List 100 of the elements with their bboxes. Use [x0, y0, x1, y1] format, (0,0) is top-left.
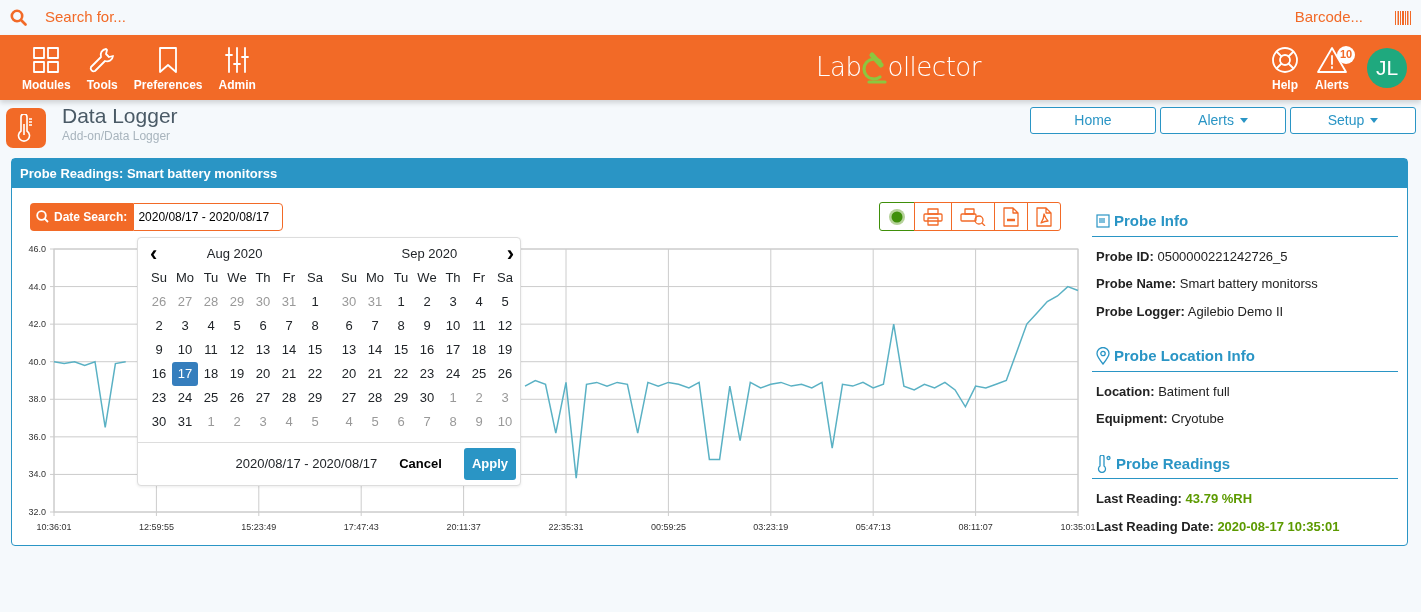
calendar-day[interactable]: 24	[440, 362, 466, 386]
calendar-day[interactable]: 1	[302, 290, 328, 314]
calendar-day[interactable]: 2	[146, 314, 172, 338]
calendar-day[interactable]: 14	[362, 338, 388, 362]
calendar-day[interactable]: 8	[388, 314, 414, 338]
calendar-day[interactable]: 27	[336, 386, 362, 410]
status-button[interactable]	[879, 202, 915, 231]
info-field: Location: Batiment full	[1096, 381, 1398, 401]
x-axis-label: 03:23:19	[753, 522, 789, 532]
calendar-day[interactable]: 18	[198, 362, 224, 386]
calendar-day[interactable]: 6	[250, 314, 276, 338]
barcode-icon[interactable]	[1395, 10, 1411, 25]
calendar-day[interactable]: 31	[172, 410, 198, 434]
calendar-day[interactable]: 4	[198, 314, 224, 338]
calendar-day[interactable]: 14	[276, 338, 302, 362]
calendar-day[interactable]: 13	[336, 338, 362, 362]
search-field[interactable]: Search for...	[43, 5, 443, 30]
weekday-label: Tu	[202, 269, 220, 288]
calendar-day[interactable]: 11	[198, 338, 224, 362]
weekday-label: We	[226, 269, 248, 288]
calendar-day[interactable]: 19	[492, 338, 518, 362]
calendar-day[interactable]: 18	[466, 338, 492, 362]
calendar-day[interactable]: 29	[302, 386, 328, 410]
csv-button[interactable]	[994, 202, 1028, 231]
info-field: Probe ID: 0500000221242726_5	[1096, 246, 1398, 266]
caret-icon	[1370, 118, 1379, 123]
calendar-day[interactable]: 9	[414, 314, 440, 338]
previous-month-button[interactable]: ‹	[146, 243, 162, 265]
calendar-day[interactable]: 20	[250, 362, 276, 386]
calendar-day[interactable]: 3	[440, 290, 466, 314]
calendar-day[interactable]: 21	[276, 362, 302, 386]
calendar-day[interactable]: 25	[198, 386, 224, 410]
calendar-day[interactable]: 15	[388, 338, 414, 362]
info-field: Last Reading: 43.79 %RH	[1096, 489, 1398, 509]
weekday-label: Su	[340, 269, 358, 288]
pdf-button[interactable]	[1027, 202, 1061, 231]
section-title: Probe Info	[1114, 211, 1189, 231]
calendar-day[interactable]: 4	[466, 290, 492, 314]
calendar-day[interactable]: 22	[388, 362, 414, 386]
info-field: Equipment: Cryotube	[1096, 409, 1398, 429]
calendar-day[interactable]: 17	[440, 338, 466, 362]
calendar-day[interactable]: 28	[362, 386, 388, 410]
x-axis-label: 00:59:25	[650, 522, 686, 532]
calendar-day[interactable]: 10	[440, 314, 466, 338]
calendar-day[interactable]: 2	[414, 290, 440, 314]
panel-title: Probe Readings: Smart battery monitorss	[12, 159, 1407, 188]
selected-range: 2020/08/17 - 2020/08/17	[235, 455, 378, 473]
info-field: Probe Name: Smart battery monitorss	[1096, 274, 1398, 294]
microscope-icon	[861, 51, 888, 84]
wrench-icon	[88, 45, 117, 74]
info-field: Last Reading Date: 2020-08-17 10:35:01	[1096, 516, 1398, 536]
calendar-day[interactable]: 17	[172, 362, 198, 386]
calendar-day[interactable]: 21	[362, 362, 388, 386]
search-icon[interactable]	[10, 9, 27, 26]
calendar-day[interactable]: 3	[172, 314, 198, 338]
grid-icon	[32, 45, 61, 74]
y-axis-label: 38.0	[28, 394, 46, 405]
calendar-day[interactable]: 19	[224, 362, 250, 386]
calendar-day[interactable]: 15	[302, 338, 328, 362]
weekday-label: Th	[444, 269, 462, 288]
calendar-day[interactable]: 30	[146, 410, 172, 434]
calendar-day[interactable]: 5	[492, 290, 518, 314]
calendar-day[interactable]: 10	[172, 338, 198, 362]
cancel-button[interactable]: Cancel	[393, 453, 448, 475]
calendar-day[interactable]: 1	[388, 290, 414, 314]
calendar-day[interactable]: 16	[146, 362, 172, 386]
calendar-day[interactable]: 11	[466, 314, 492, 338]
header-button[interactable]: Alerts	[1160, 107, 1286, 134]
y-axis-label: 40.0	[28, 356, 46, 367]
calendar-day[interactable]: 7	[362, 314, 388, 338]
search-icon	[36, 210, 49, 223]
y-axis-label: 34.0	[28, 469, 46, 480]
calendar-day[interactable]: 28	[276, 386, 302, 410]
calendar-day[interactable]: 12	[492, 314, 518, 338]
calendar-day[interactable]: 26	[224, 386, 250, 410]
calendar-day[interactable]: 29	[388, 386, 414, 410]
calendar-day[interactable]: 23	[146, 386, 172, 410]
calendar-day[interactable]: 13	[250, 338, 276, 362]
calendar-day[interactable]: 7	[276, 314, 302, 338]
next-month-button[interactable]: ›	[502, 243, 518, 265]
calendar-day[interactable]: 23	[414, 362, 440, 386]
date-range-field[interactable]: 2020/08/17 - 2020/08/17	[133, 202, 284, 231]
month-title: Sep 2020	[401, 245, 458, 264]
print-button[interactable]	[914, 202, 952, 231]
calendar-day[interactable]: 24	[172, 386, 198, 410]
calendar-day[interactable]: 26	[492, 362, 518, 386]
calendar-day[interactable]: 12	[224, 338, 250, 362]
calendar-day[interactable]: 27	[250, 386, 276, 410]
pdf-file-icon	[1036, 206, 1052, 227]
calendar-day[interactable]: 20	[336, 362, 362, 386]
calendar-day[interactable]: 9	[146, 338, 172, 362]
preview-button[interactable]	[951, 202, 995, 231]
calendar-day[interactable]: 22	[302, 362, 328, 386]
calendar-day[interactable]: 6	[336, 314, 362, 338]
calendar-day[interactable]: 25	[466, 362, 492, 386]
calendar-day[interactable]: 30	[414, 386, 440, 410]
x-axis-label: 05:47:13	[855, 522, 891, 532]
calendar-day[interactable]: 16	[414, 338, 440, 362]
calendar-day[interactable]: 8	[302, 314, 328, 338]
calendar-day[interactable]: 5	[224, 314, 250, 338]
